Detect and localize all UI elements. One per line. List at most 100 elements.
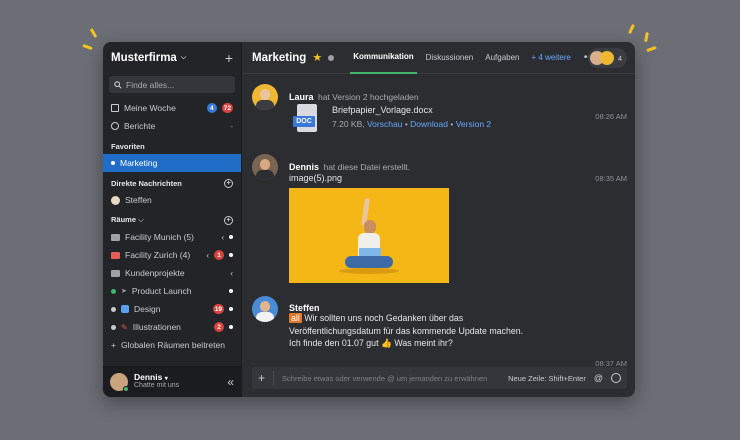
plus-icon: + [111,340,116,350]
file-attachment[interactable]: DOC [293,104,319,136]
collapse-sidebar-icon[interactable]: « [227,375,234,389]
unread-dot-icon [229,289,233,293]
star-icon[interactable]: ★ [312,51,322,64]
status-dot-icon [328,54,335,61]
meine-woche-count-badge: 4 [206,103,217,113]
room-item[interactable]: ➤ Product Launch [103,282,241,300]
join-rooms-label: Globalen Räumen beitreten [120,340,225,350]
workspace-switcher[interactable]: Musterfirma ⌵ [111,52,186,64]
message-author[interactable]: Dennis [289,162,319,172]
tab-aufgaben[interactable]: Aufgaben [482,42,522,74]
chevron-down-icon: ⌵ [180,54,187,61]
file-meta: 7.20 KB, Vorschau • Download • Version 2 [332,119,491,129]
avatar[interactable] [252,296,278,322]
preview-link[interactable]: Vorschau [367,119,402,129]
rocket-icon: ➤ [121,288,127,295]
download-link[interactable]: Download [410,119,448,129]
image-attachment[interactable] [289,188,449,283]
unread-dot-icon [229,253,233,257]
tab-diskussionen[interactable]: Diskussionen [423,42,477,74]
room-item[interactable]: Kundenprojekte ‹ [103,264,241,282]
room-label: Design [134,304,161,314]
room-item[interactable]: ✎ Illustrationen 2 [103,318,241,336]
dm-header: Direkte Nachrichten [111,178,182,188]
avatar [111,195,120,205]
nav-meine-woche[interactable]: Meine Woche 4 72 [103,99,241,117]
chevron-down-icon: ▾ [164,375,168,382]
channel-title: Marketing [252,51,307,64]
room-item[interactable]: Design 19 [103,300,241,318]
message-line3b-text: Was meint ihr? [394,338,453,348]
add-dm-icon[interactable]: + [224,178,233,188]
chevron-down-icon: ⌵ [138,215,144,224]
tab-kommunikation[interactable]: Kommunikation [350,42,417,74]
members-button[interactable]: 4 [587,48,627,68]
room-label: Facility Zurich (4) [125,250,191,260]
add-room-icon[interactable]: + [224,215,233,225]
avatar[interactable] [252,84,278,110]
image-file-name[interactable]: image(5).png [289,173,342,183]
chevron-left-icon: ‹ [230,268,233,278]
design-icon [121,305,129,313]
message-input[interactable] [282,373,501,383]
workspace-name: Musterfirma [111,52,177,64]
room-label: Facility Munich (5) [125,232,194,242]
room-label: Product Launch [131,286,192,296]
nav-favorit-marketing[interactable]: Marketing [103,154,241,172]
file-size: 7.20 KB, [332,119,365,129]
room-item[interactable]: Facility Munich (5) ‹ [103,228,241,246]
composer-divider [273,371,275,385]
message-line: Ich finde den 01.07 gut 👍 Was meint ihr? [289,337,569,350]
room-badge: 2 [214,322,224,332]
avatar-face [260,89,270,100]
status-dot-icon [111,306,116,312]
message-header: Laura hat Version 2 hochgeladen [289,87,419,105]
message: Dennis hat diese Datei erstellt. image(5… [252,154,627,284]
room-badge: 1 [214,250,224,260]
room-item[interactable]: Facility Zurich (4) ‹ 1 [103,246,241,264]
user-info[interactable]: Dennis ▾ Chatte mit uns [134,372,221,390]
chevron-left-icon: ‹ [221,232,224,242]
search-box[interactable] [109,76,235,93]
nav-dm-steffen[interactable]: Steffen [103,191,241,209]
spark-decoration [89,27,98,39]
raeume-header: Räume [111,215,137,224]
avatar [599,51,614,65]
emoji-icon[interactable] [611,373,621,383]
search-icon [114,80,122,89]
section-favoriten: Favoriten [103,138,241,154]
version-link[interactable]: Version 2 [456,119,491,129]
message-body: all Wir sollten uns noch Gedanken über d… [289,312,569,350]
separator: • [404,119,408,129]
avatar-body [256,100,274,110]
room-label: Illustrationen [132,322,181,332]
message-author[interactable]: Laura [289,92,314,102]
tab-more[interactable]: + 4 weitere [529,42,574,74]
join-rooms-link[interactable]: + Globalen Räumen beitreten [103,336,241,354]
avatar-face [260,301,270,312]
mention-all[interactable]: all [289,313,302,323]
separator: • [450,119,454,129]
message: Laura hat Version 2 hochgeladen 08:26 AM… [252,84,627,146]
folder-icon [111,233,120,241]
user-footer: Dennis ▾ Chatte mit uns « [103,366,241,397]
reports-icon [111,122,119,130]
new-item-button[interactable]: + [225,50,233,66]
message-action: hat Version 2 hochgeladen [317,92,419,102]
nav-berichte[interactable]: Berichte - [103,117,241,135]
berichte-suffix: - [230,121,233,131]
search-input[interactable] [126,79,226,90]
attach-plus-icon[interactable]: + [258,371,265,385]
file-name[interactable]: Briefpapier_Vorlage.docx [332,105,433,115]
message-line1-text: Wir sollten uns noch Gedanken über das [304,313,464,323]
spark-decoration [628,23,635,35]
unread-dot-icon [229,307,233,311]
message-action: hat diese Datei erstellt. [323,162,410,172]
mention-icon[interactable]: @ [594,373,603,383]
avatar[interactable] [110,372,129,392]
section-raeume: Räume ⌵ + [103,212,241,228]
avatar[interactable] [252,154,278,180]
member-count: 4 [617,53,622,63]
chevron-left-icon: ‹ [206,250,209,260]
spark-decoration [644,31,649,43]
